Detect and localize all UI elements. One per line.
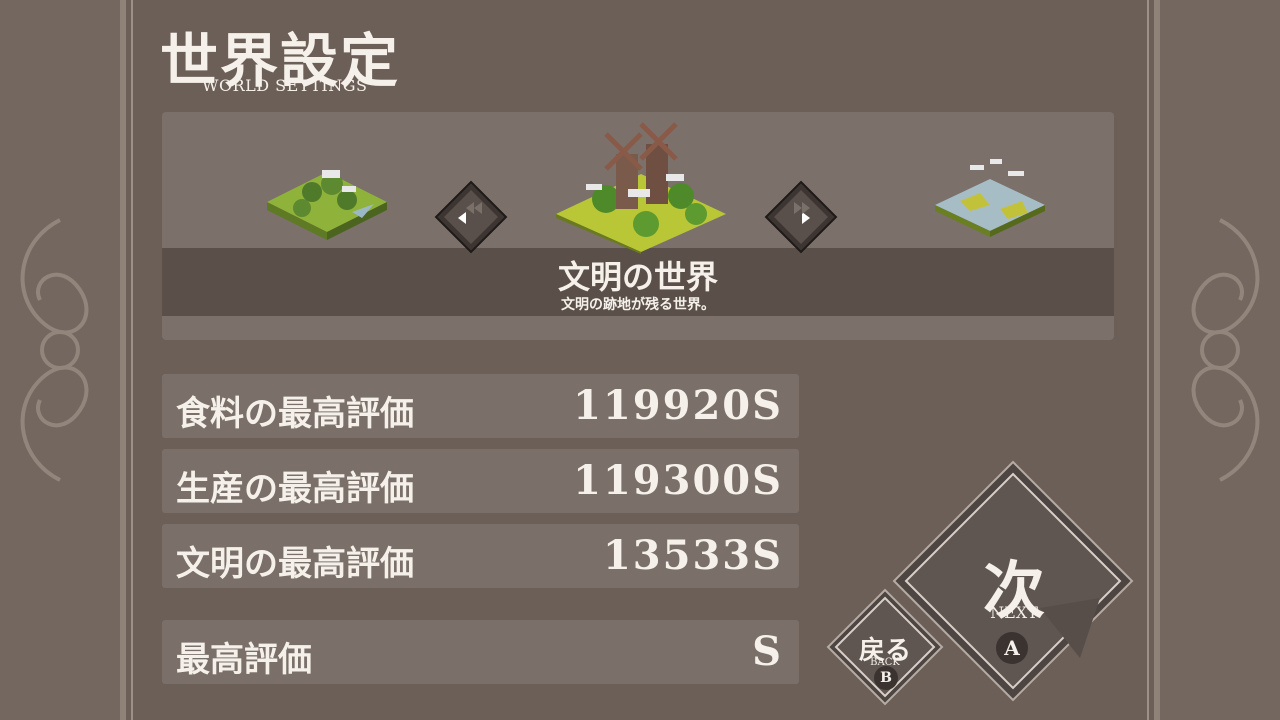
stat-row-best: 最高評価 S	[162, 620, 799, 684]
b-key-icon: B	[874, 666, 898, 690]
stat-row-production: 生産の最高評価 119300S	[162, 449, 799, 513]
stat-value: S	[752, 628, 783, 675]
a-key-icon: A	[996, 632, 1028, 664]
next-world-button[interactable]	[764, 180, 838, 254]
next-button-sublabel: NEXT	[990, 603, 1038, 622]
left-rail	[120, 0, 126, 720]
water-world-icon[interactable]	[930, 157, 1050, 242]
page-subtitle: WORLD SETTINGS	[202, 76, 368, 95]
stat-label: 最高評価	[176, 640, 312, 680]
left-ornament-icon	[20, 218, 89, 482]
stat-value: 13533S	[602, 532, 783, 579]
stat-value: 119920S	[573, 382, 783, 429]
world-description: 文明の跡地が残る世界。	[561, 297, 715, 313]
stat-label: 生産の最高評価	[176, 469, 414, 509]
stat-label: 文明の最高評価	[176, 544, 414, 584]
right-rail-inner	[1147, 0, 1149, 720]
stat-value: 119300S	[573, 457, 783, 504]
stat-row-civilization: 文明の最高評価 13533S	[162, 524, 799, 588]
stat-row-food: 食料の最高評価 119920S	[162, 374, 799, 438]
forest-world-icon[interactable]	[262, 152, 392, 242]
ruins-world-icon[interactable]	[546, 114, 736, 254]
stat-label: 食料の最高評価	[176, 394, 414, 434]
right-ornament-icon	[1191, 218, 1260, 482]
world-name: 文明の世界	[557, 258, 718, 296]
prev-world-button[interactable]	[434, 180, 508, 254]
world-selector: 文明の世界 文明の跡地が残る世界。	[162, 112, 1114, 340]
left-rail-inner	[131, 0, 133, 720]
